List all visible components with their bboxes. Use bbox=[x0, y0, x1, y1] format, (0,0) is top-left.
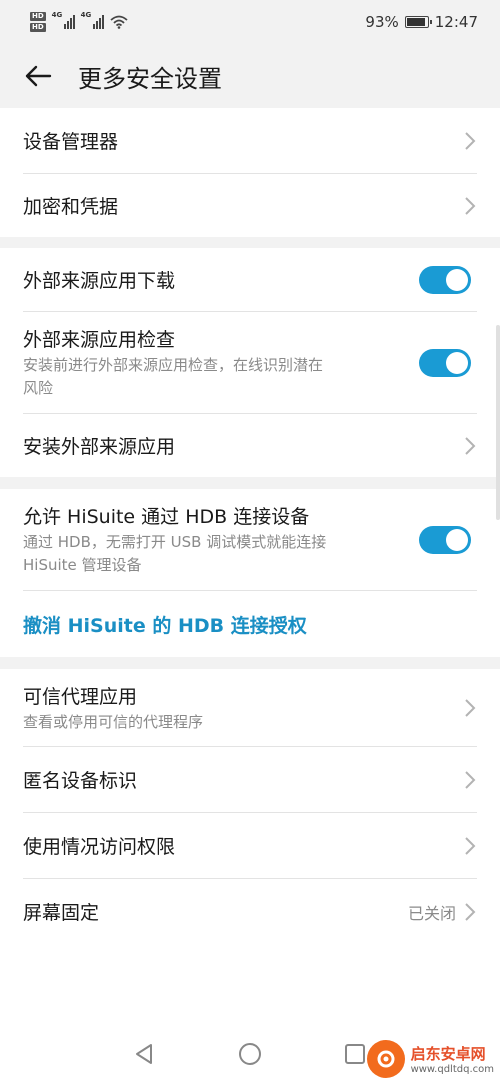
battery-fill bbox=[406, 18, 426, 26]
status-right: 93% 12:47 bbox=[365, 13, 478, 31]
battery-percent: 93% bbox=[365, 13, 399, 31]
clock: 12:47 bbox=[434, 13, 478, 31]
network-type-label: 4G bbox=[51, 11, 63, 19]
scrollbar[interactable] bbox=[496, 325, 500, 520]
external-check-toggle[interactable] bbox=[419, 348, 471, 377]
revoke-hdb-label: 撤消 HiSuite 的 HDB 连接授权 bbox=[23, 614, 307, 637]
nav-recents-button[interactable] bbox=[343, 1042, 367, 1066]
nav-back-button[interactable] bbox=[132, 1042, 156, 1066]
hisuite-hdb-toggle[interactable] bbox=[419, 525, 471, 554]
trust-agents-label: 可信代理应用 bbox=[23, 685, 138, 708]
external-check-description: 安装前进行外部来源应用检查，在线识别潜在 bbox=[23, 356, 324, 374]
section-external-apps-card: 外部来源应用下载 外部来源应用检查 安装前进行外部来源应用检查，在线识别潜在 风… bbox=[0, 248, 500, 477]
toggle-knob bbox=[446, 528, 468, 551]
encryption-item[interactable]: 加密和凭据 bbox=[0, 174, 500, 237]
device-manager-item[interactable]: 设备管理器 bbox=[0, 108, 500, 173]
circle-home-icon bbox=[239, 1043, 261, 1065]
install-external-item[interactable]: 安装外部来源应用 bbox=[0, 414, 500, 477]
chevron-right-icon bbox=[465, 698, 476, 717]
nav-home-button[interactable] bbox=[238, 1042, 262, 1066]
app-bar: 更多安全设置 bbox=[0, 44, 500, 108]
battery-icon bbox=[404, 16, 432, 28]
network-type-label: 4G bbox=[80, 11, 92, 19]
screen-pinning-status: 已关闭 bbox=[407, 903, 456, 923]
toggle-knob bbox=[446, 351, 468, 374]
status-left: HD HD 4G 4G bbox=[30, 11, 128, 32]
chevron-right-icon bbox=[465, 836, 476, 855]
install-external-label: 安装外部来源应用 bbox=[23, 436, 176, 458]
chevron-right-icon bbox=[465, 770, 476, 789]
usage-access-label: 使用情况访问权限 bbox=[23, 836, 176, 858]
navigation-bar: 启东安卓网 www.qdltdq.com bbox=[0, 1022, 500, 1084]
watermark-url: www.qdltdq.com bbox=[410, 1064, 494, 1075]
anonymous-id-item[interactable]: 匿名设备标识 bbox=[0, 747, 500, 812]
triangle-back-icon bbox=[136, 1044, 152, 1064]
watermark-title: 启东安卓网 bbox=[410, 1045, 486, 1063]
hd-icon: HD bbox=[30, 23, 46, 32]
anonymous-id-label: 匿名设备标识 bbox=[23, 770, 138, 792]
hisuite-hdb-description: HiSuite 管理设备 bbox=[23, 556, 142, 574]
watermark: 启东安卓网 www.qdltdq.com bbox=[366, 1040, 494, 1078]
revoke-hdb-link[interactable]: 撤消 HiSuite 的 HDB 连接授权 bbox=[0, 591, 500, 657]
toggle-knob bbox=[446, 268, 468, 291]
square-recents-icon bbox=[345, 1044, 365, 1064]
hisuite-hdb-label: 允许 HiSuite 通过 HDB 连接设备 bbox=[23, 506, 310, 528]
hd-indicators: HD HD bbox=[30, 12, 46, 32]
hd-icon: HD bbox=[30, 12, 46, 21]
device-manager-label: 设备管理器 bbox=[23, 131, 119, 153]
screen-pinning-item[interactable]: 屏幕固定 已关闭 bbox=[0, 879, 500, 944]
chevron-right-icon bbox=[465, 902, 476, 921]
external-check-description: 风险 bbox=[23, 379, 54, 397]
watermark-logo-icon bbox=[366, 1040, 405, 1078]
chevron-right-icon bbox=[465, 196, 476, 215]
page-title: 更多安全设置 bbox=[78, 64, 222, 93]
chevron-right-icon bbox=[465, 131, 476, 150]
external-check-label: 外部来源应用检查 bbox=[23, 329, 176, 351]
trust-agents-item[interactable]: 可信代理应用 查看或停用可信的代理程序 bbox=[0, 669, 500, 746]
wifi-icon bbox=[110, 15, 128, 29]
chevron-right-icon bbox=[465, 436, 476, 455]
external-download-item[interactable]: 外部来源应用下载 bbox=[0, 248, 500, 311]
usage-access-item[interactable]: 使用情况访问权限 bbox=[0, 813, 500, 878]
arrow-left-icon bbox=[25, 65, 52, 87]
section-device-card: 设备管理器 加密和凭据 bbox=[0, 108, 500, 237]
section-hisuite-card: 允许 HiSuite 通过 HDB 连接设备 通过 HDB，无需打开 USB 调… bbox=[0, 489, 500, 657]
external-check-item[interactable]: 外部来源应用检查 安装前进行外部来源应用检查，在线识别潜在 风险 bbox=[0, 312, 500, 413]
signal-icon: 4G bbox=[81, 11, 104, 29]
hisuite-hdb-item[interactable]: 允许 HiSuite 通过 HDB 连接设备 通过 HDB，无需打开 USB 调… bbox=[0, 489, 500, 590]
encryption-label: 加密和凭据 bbox=[23, 196, 119, 218]
hisuite-hdb-description: 通过 HDB，无需打开 USB 调试模式就能连接 bbox=[23, 533, 327, 551]
back-button[interactable] bbox=[20, 58, 56, 94]
signal-icon: 4G bbox=[52, 11, 75, 29]
external-download-toggle[interactable] bbox=[419, 265, 471, 294]
trust-agents-description: 查看或停用可信的代理程序 bbox=[23, 712, 204, 731]
section-misc-card: 可信代理应用 查看或停用可信的代理程序 匿名设备标识 使用情况访问权限 屏幕固定… bbox=[0, 669, 500, 1022]
status-bar: HD HD 4G 4G 93% 12:47 bbox=[0, 0, 500, 44]
